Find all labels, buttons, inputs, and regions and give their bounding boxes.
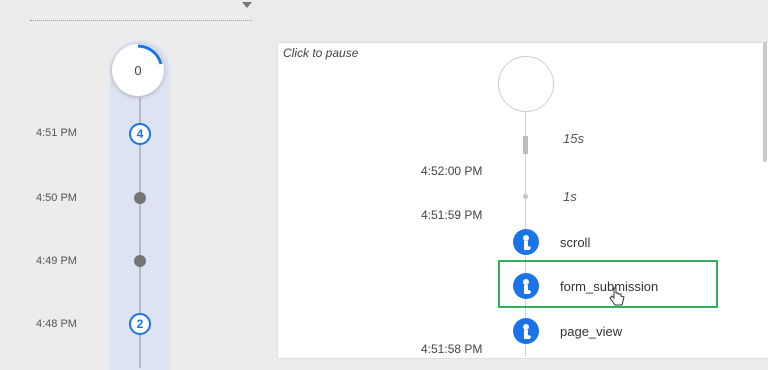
minute-event-count[interactable]: 4 xyxy=(129,123,151,145)
gap-marker xyxy=(523,136,528,154)
hand-cursor-icon xyxy=(609,287,625,306)
gap-duration-label: 1s xyxy=(563,189,577,204)
second-timestamp: 4:51:58 PM xyxy=(421,342,483,356)
stream-head-circle xyxy=(498,56,554,112)
second-timestamp: 4:52:00 PM xyxy=(421,164,483,178)
minute-empty-dot xyxy=(134,192,146,204)
minute-event-count[interactable]: 2 xyxy=(129,313,151,335)
event-label-scroll[interactable]: scroll xyxy=(560,235,590,250)
second-timestamp: 4:51:59 PM xyxy=(421,208,483,222)
current-minute-count: 0 xyxy=(134,62,142,78)
touch-icon[interactable] xyxy=(513,318,539,344)
current-minute-counter: 0 xyxy=(112,44,164,96)
minute-time-label: 4:50 PM xyxy=(36,192,77,204)
chevron-down-icon xyxy=(242,2,252,8)
minute-time-label: 4:49 PM xyxy=(36,255,77,267)
touch-icon[interactable] xyxy=(513,229,539,255)
gap-marker xyxy=(523,194,528,199)
event-label-page-view[interactable]: page_view xyxy=(560,324,622,339)
gap-duration-label: 15s xyxy=(563,131,584,146)
touch-icon[interactable] xyxy=(513,273,539,299)
minute-time-label: 4:48 PM xyxy=(36,318,77,330)
minute-time-label: 4:51 PM xyxy=(36,127,77,139)
panel-scrollbar[interactable] xyxy=(763,42,767,162)
pause-hint[interactable]: Click to pause xyxy=(283,46,358,60)
minute-empty-dot xyxy=(134,255,146,267)
time-range-select[interactable] xyxy=(30,0,252,21)
